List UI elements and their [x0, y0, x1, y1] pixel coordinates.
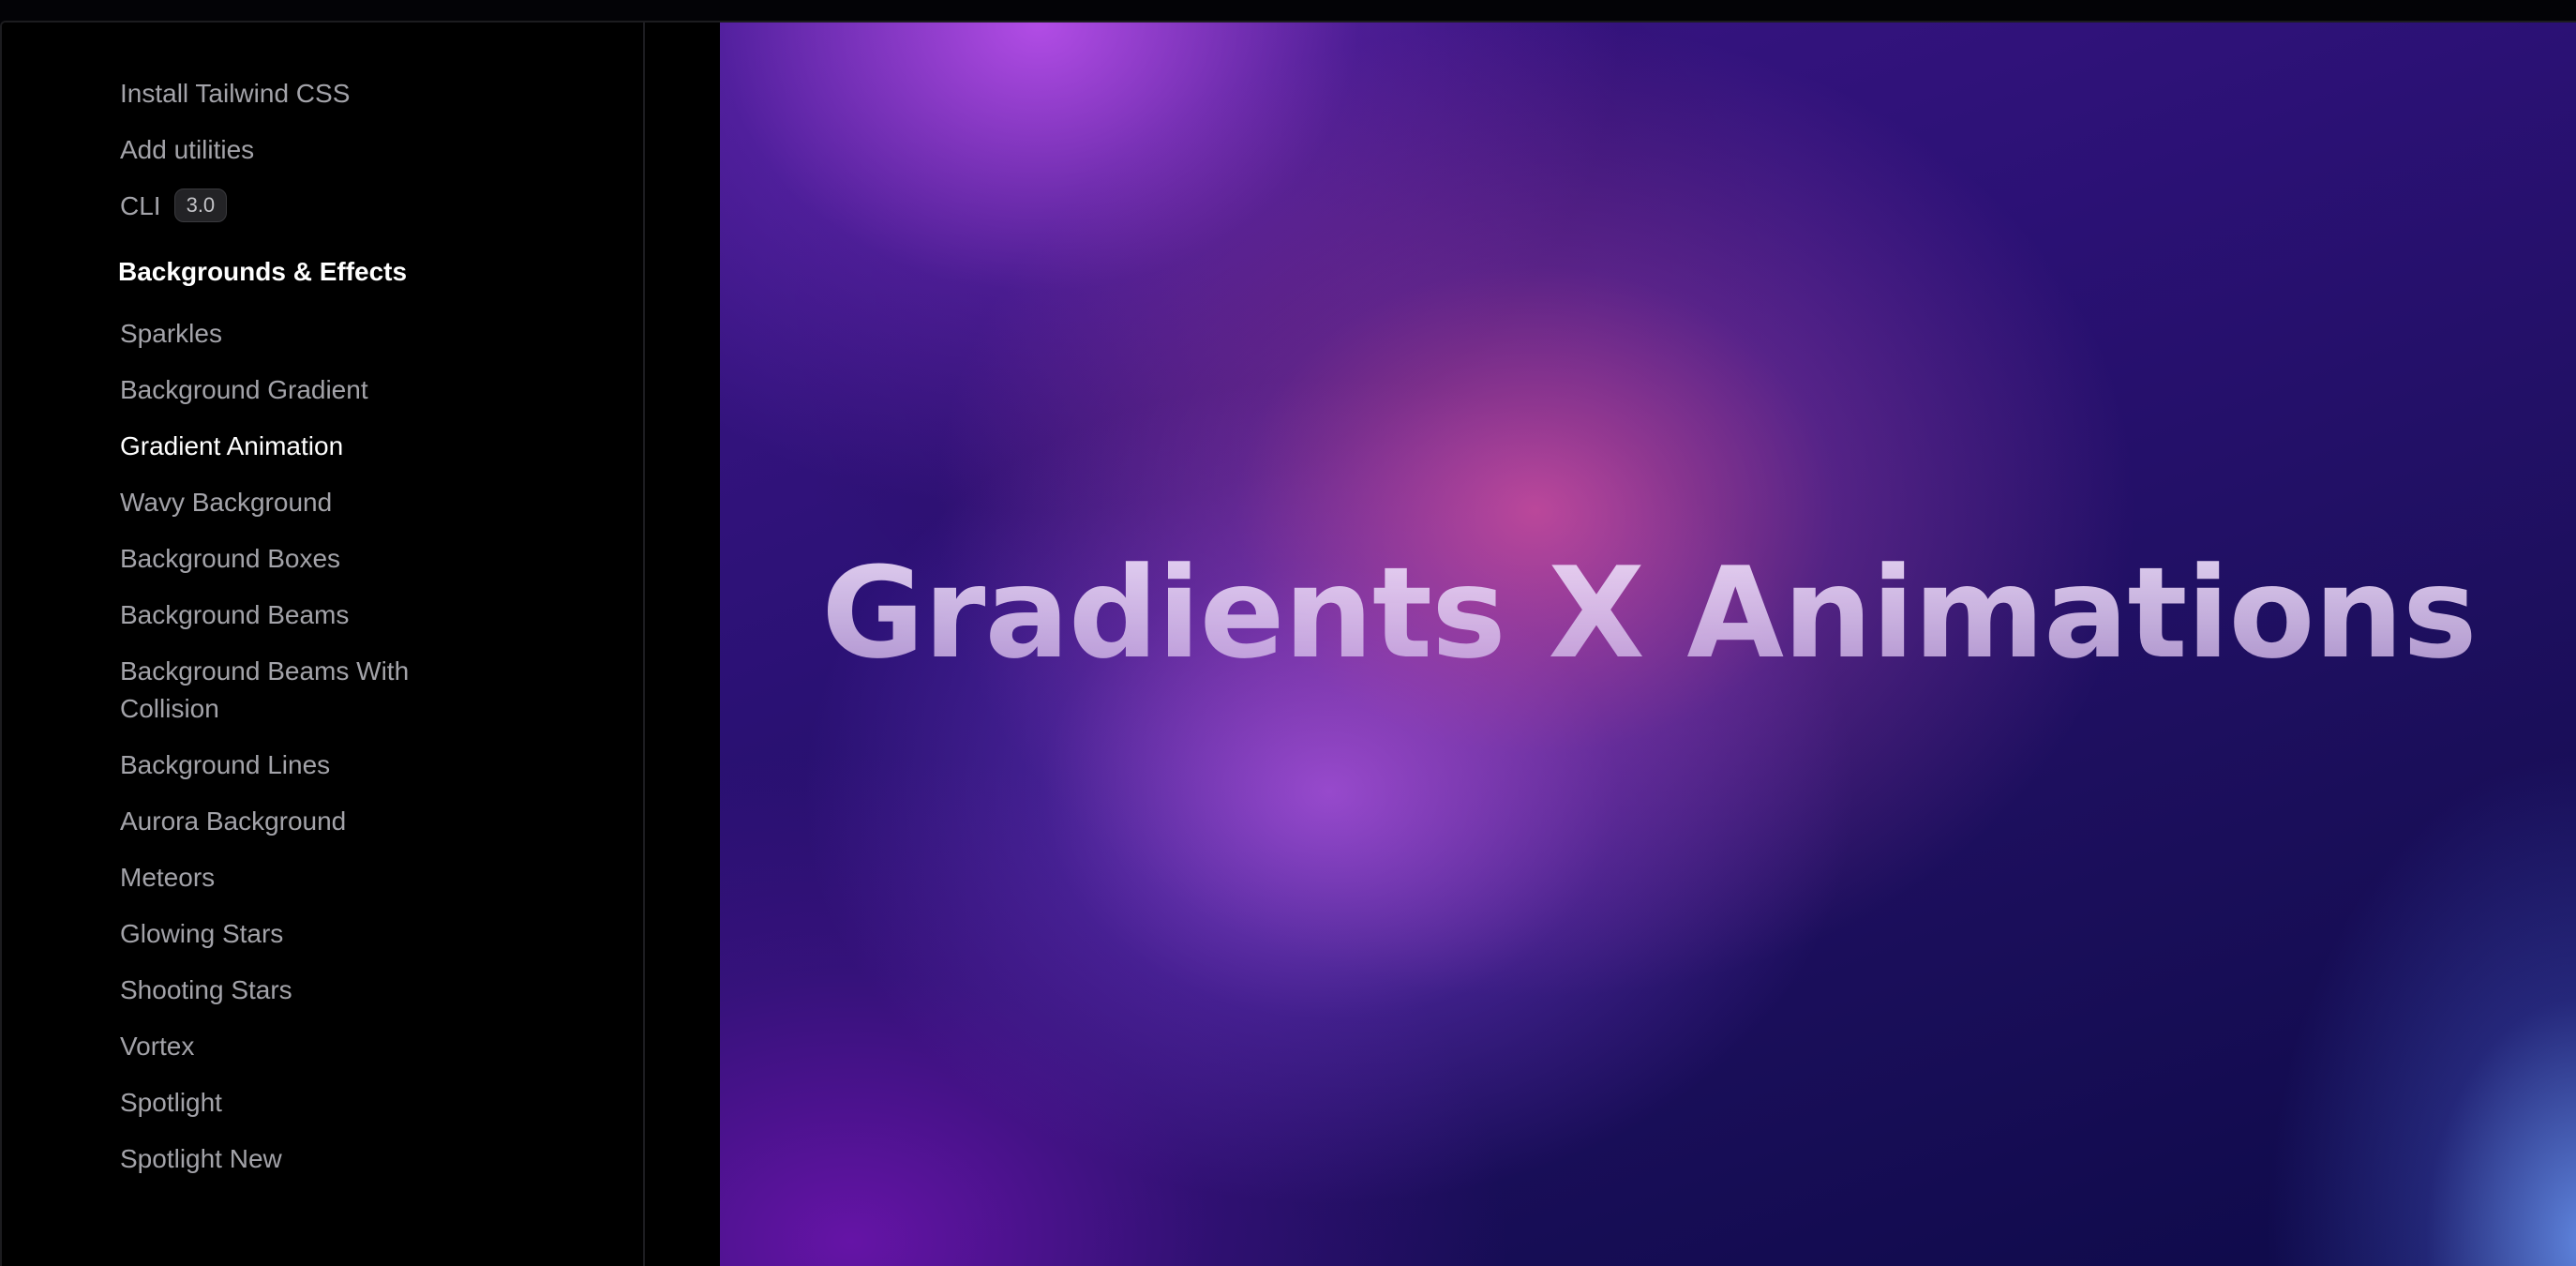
section-heading: Backgrounds & Effects — [118, 257, 408, 286]
version-badge: 3.0 — [173, 188, 228, 222]
hero-title: Gradients X Animations — [720, 535, 2576, 692]
sidebar-item-spotlight[interactable]: Spotlight — [120, 1084, 514, 1122]
sidebar-item-sparkles[interactable]: Sparkles — [120, 315, 514, 353]
sidebar-item-gradient-animation[interactable]: Gradient Animation — [120, 428, 514, 465]
sidebar-item-cli[interactable]: CLI 3.0 — [120, 188, 514, 225]
sidebar-item-add-utilities[interactable]: Add utilities — [120, 131, 514, 169]
sidebar-item-install-tailwind[interactable]: Install Tailwind CSS — [120, 75, 514, 113]
sidebar-item-background-beams-with-collision[interactable]: Background Beams With Collision — [120, 653, 495, 728]
content-gutter — [645, 23, 720, 1266]
sidebar-item-background-gradient[interactable]: Background Gradient — [120, 371, 514, 409]
gradient-animation-preview: Gradients X Animations — [720, 23, 2576, 1266]
sidebar-item-meteors[interactable]: Meteors — [120, 859, 514, 897]
sidebar-item-background-beams[interactable]: Background Beams — [120, 596, 514, 634]
app-window: Install Tailwind CSS Add utilities CLI 3.… — [0, 21, 2576, 1266]
sidebar-item-spotlight-new[interactable]: Spotlight New — [120, 1140, 514, 1178]
sidebar-nav: Install Tailwind CSS Add utilities CLI 3.… — [118, 75, 514, 1197]
sidebar-item-label: CLI — [120, 191, 161, 220]
sidebar-item-wavy-background[interactable]: Wavy Background — [120, 484, 514, 521]
sidebar-item-background-boxes[interactable]: Background Boxes — [120, 540, 514, 578]
sidebar-item-glowing-stars[interactable]: Glowing Stars — [120, 915, 514, 953]
sidebar: Install Tailwind CSS Add utilities CLI 3.… — [2, 23, 645, 1266]
sidebar-item-aurora-background[interactable]: Aurora Background — [120, 803, 514, 840]
sidebar-item-shooting-stars[interactable]: Shooting Stars — [120, 972, 514, 1009]
sidebar-item-vortex[interactable]: Vortex — [120, 1028, 514, 1065]
sidebar-item-background-lines[interactable]: Background Lines — [120, 746, 514, 784]
